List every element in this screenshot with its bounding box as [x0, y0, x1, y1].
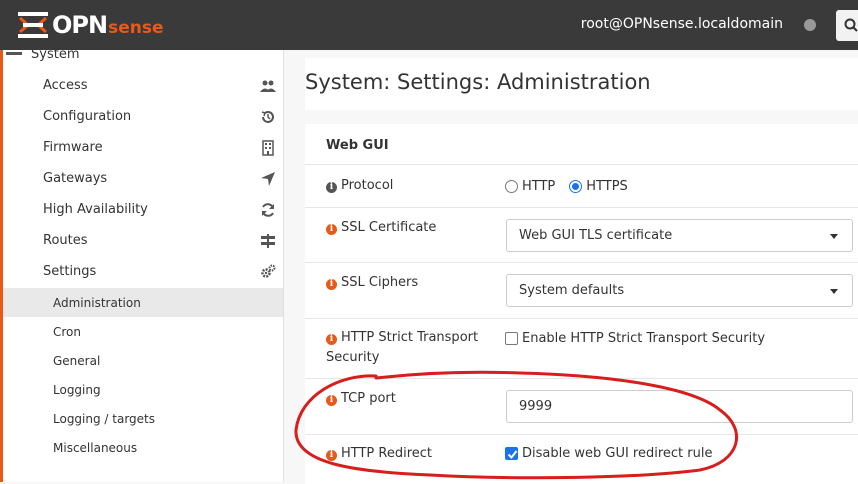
sidebar-item-configuration[interactable]: Configuration: [3, 102, 283, 133]
sidebar-item-label: Routes: [43, 233, 88, 248]
sidebar-item-settings[interactable]: Settings: [3, 257, 283, 288]
info-icon[interactable]: i: [326, 224, 337, 235]
sidebar-section-label: System: [31, 50, 80, 62]
hsts-checkbox-label: Enable HTTP Strict Transport Security: [522, 331, 766, 346]
location-arrow-icon: [261, 172, 275, 186]
section-title: Web GUI: [326, 138, 389, 153]
sidebar-section-system[interactable]: System: [0, 50, 283, 62]
info-icon[interactable]: i: [326, 395, 337, 406]
hsts-label-line2: Security: [326, 350, 380, 365]
top-navbar: OPN sense root@OPNsense.localdomain: [0, 0, 858, 50]
hsts-checkbox-row: Enable HTTP Strict Transport Security: [505, 331, 765, 346]
sidebar-subitem-label: Logging: [53, 383, 101, 397]
tcp-port-label: i TCP port: [326, 389, 396, 409]
sidebar-item-label: High Availability: [43, 202, 148, 217]
sidebar-item-firmware[interactable]: Firmware: [3, 133, 283, 164]
hsts-label: i HTTP Strict Transport Security: [326, 328, 478, 368]
sidebar-subitem-label: Logging / targets: [53, 412, 156, 426]
info-icon[interactable]: i: [326, 182, 337, 193]
sidebar-item-gateways[interactable]: Gateways: [3, 164, 283, 195]
cogs-icon: [261, 264, 276, 278]
web-gui-panel: Web GUI i Protocol HTTP HTTPS i SSL Certif…: [305, 124, 858, 484]
ssl-certificate-label: i SSL Certificate: [326, 218, 436, 238]
ssl-certificate-select[interactable]: Web GUI TLS certificate: [506, 219, 853, 252]
divider: [305, 262, 858, 263]
signpost-icon: [261, 234, 275, 248]
sidebar-item-label: Settings: [43, 264, 97, 279]
radio-https[interactable]: [569, 180, 583, 193]
sidebar-subitem-label: Cron: [53, 325, 81, 339]
chevron-down-icon: [830, 289, 838, 294]
page-header: System: Settings: Administration: [305, 58, 858, 110]
ssl-certificate-label-text: SSL Certificate: [341, 220, 437, 235]
page-title: System: Settings: Administration: [305, 70, 651, 94]
http-redirect-checkbox[interactable]: [505, 447, 518, 460]
divider: [305, 164, 858, 165]
ssl-certificate-value: Web GUI TLS certificate: [519, 228, 673, 243]
user-menu[interactable]: root@OPNsense.localdomain: [581, 16, 783, 32]
hsts-label-line1: HTTP Strict Transport: [341, 330, 479, 345]
http-redirect-label: i HTTP Redirect: [326, 444, 432, 464]
checkmark-icon: [507, 450, 518, 460]
ssl-ciphers-label-text: SSL Ciphers: [341, 275, 419, 290]
sidebar-item-high-availability[interactable]: High Availability: [3, 195, 283, 226]
divider: [305, 434, 858, 435]
protocol-label: i Protocol: [326, 176, 393, 196]
history-icon: [261, 111, 274, 123]
divider: [305, 378, 858, 379]
sidebar-subitem-label: Administration: [53, 296, 141, 310]
sidebar-item-label: Firmware: [43, 140, 103, 155]
search-icon: [844, 18, 858, 32]
radio-http-label: HTTP: [522, 179, 556, 194]
building-icon: [262, 140, 274, 156]
protocol-label-text: Protocol: [341, 178, 394, 193]
server-icon: [6, 52, 22, 55]
info-icon[interactable]: i: [326, 279, 337, 290]
ssl-ciphers-label: i SSL Ciphers: [326, 273, 418, 293]
main-content: System: Settings: Administration Web GUI…: [285, 50, 858, 484]
tcp-port-label-text: TCP port: [341, 391, 396, 406]
sidebar-subitem-label: General: [53, 354, 101, 368]
http-redirect-checkbox-label: Disable web GUI redirect rule: [522, 446, 713, 461]
sidebar-item-routes[interactable]: Routes: [3, 226, 283, 257]
chevron-down-icon: [830, 234, 838, 239]
ssl-ciphers-select[interactable]: System defaults: [506, 274, 853, 307]
divider: [305, 207, 858, 208]
sidebar-item-label: Gateways: [43, 171, 108, 186]
hsts-checkbox[interactable]: [505, 332, 518, 345]
sidebar-subitem-logging-targets[interactable]: Logging / targets: [3, 404, 283, 433]
radio-https-label: HTTPS: [586, 179, 628, 194]
logo-sense-text: sense: [108, 18, 164, 38]
info-icon[interactable]: i: [326, 334, 337, 345]
sidebar-item-label: Access: [43, 78, 88, 93]
status-dot-icon[interactable]: [804, 19, 816, 31]
divider: [305, 318, 858, 319]
http-redirect-label-text: HTTP Redirect: [341, 446, 433, 461]
sidebar-item-label: Configuration: [43, 109, 132, 124]
sidebar-subitem-label: Miscellaneous: [53, 441, 138, 455]
ssl-ciphers-value: System defaults: [519, 283, 625, 298]
radio-http[interactable]: [505, 180, 518, 193]
tcp-port-input[interactable]: [506, 390, 853, 423]
sidebar-item-access[interactable]: Access: [3, 71, 283, 102]
search-button[interactable]: [836, 10, 858, 41]
sidebar-subitem-administration[interactable]: Administration: [3, 288, 283, 317]
refresh-icon: [262, 203, 274, 217]
sidebar-subitem-general[interactable]: General: [3, 346, 283, 375]
opnsense-logo[interactable]: OPN sense: [18, 10, 163, 40]
users-icon: [260, 80, 276, 92]
protocol-radio-group: HTTP HTTPS: [505, 179, 628, 194]
sidebar-subitem-logging[interactable]: Logging: [3, 375, 283, 404]
http-redirect-checkbox-row: Disable web GUI redirect rule: [505, 446, 712, 461]
sidebar-subitem-cron[interactable]: Cron: [3, 317, 283, 346]
info-icon[interactable]: i: [326, 450, 337, 461]
opnsense-logo-icon: [18, 12, 48, 38]
sidebar-subitem-miscellaneous[interactable]: Miscellaneous: [3, 433, 283, 462]
sidebar: System Access Configuration Firmware Gat…: [0, 50, 284, 482]
logo-text: OPN: [52, 11, 108, 39]
